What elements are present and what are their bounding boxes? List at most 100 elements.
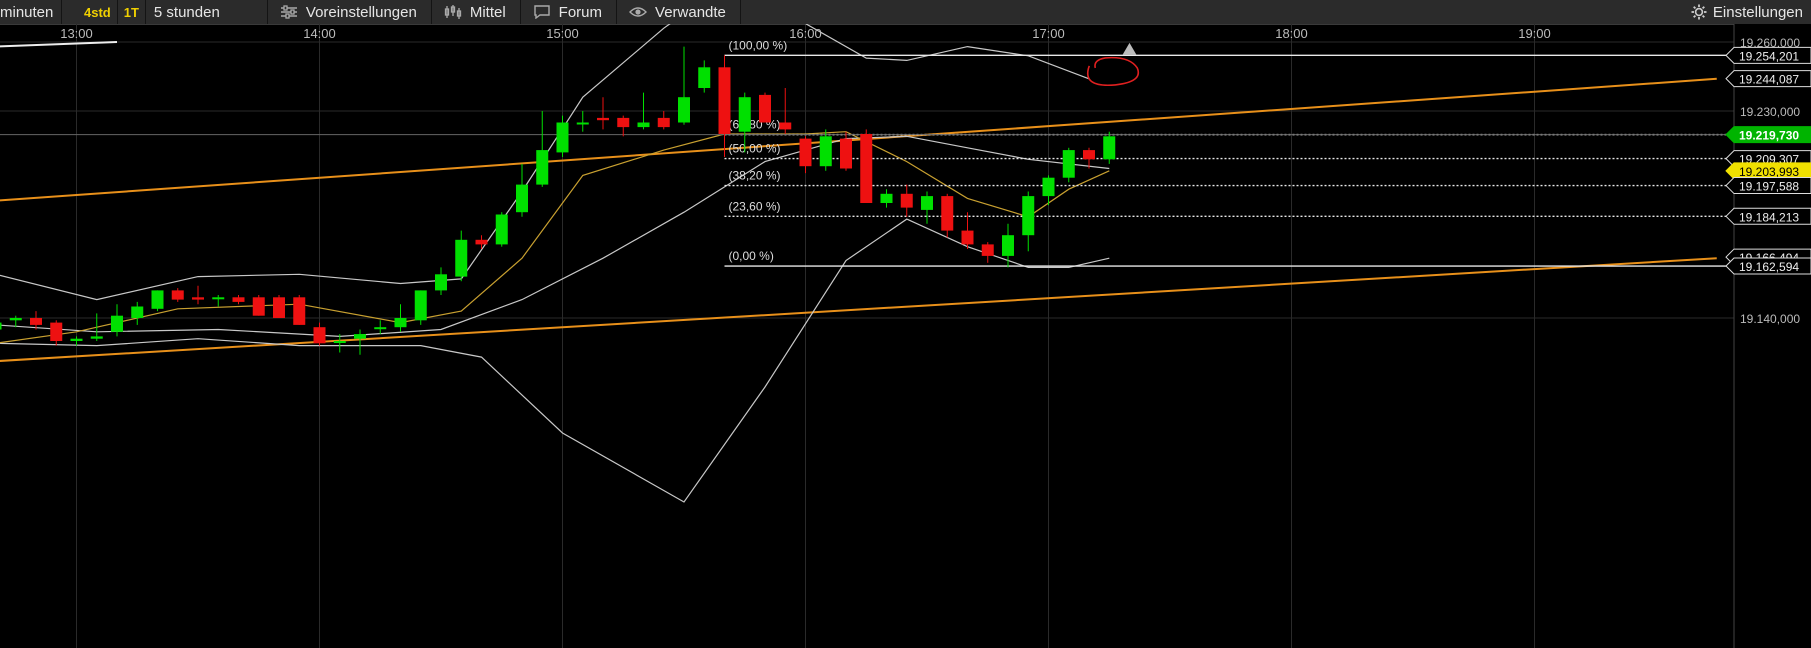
presets-button[interactable]: Voreinstellungen bbox=[268, 0, 432, 24]
candle bbox=[900, 184, 913, 217]
settings-button[interactable]: Einstellungen bbox=[1685, 0, 1811, 24]
candle bbox=[678, 46, 690, 125]
candle-body bbox=[455, 239, 468, 277]
related-label: Verwandte bbox=[655, 3, 726, 21]
candle-body bbox=[90, 336, 103, 339]
price-tag: 19.203,993 bbox=[1725, 162, 1811, 180]
price-tag: 19.197,588 bbox=[1725, 177, 1811, 195]
price-tag: 19.219,730 bbox=[1725, 126, 1811, 144]
candle bbox=[151, 290, 164, 312]
candle bbox=[576, 111, 589, 132]
candle bbox=[1022, 191, 1035, 252]
annotations bbox=[1087, 42, 1140, 87]
candle-body bbox=[678, 97, 690, 123]
related-button[interactable]: Verwandte bbox=[617, 0, 741, 24]
candle-body bbox=[536, 150, 549, 185]
candle bbox=[536, 111, 549, 187]
period-4std-button[interactable]: 4std bbox=[78, 0, 118, 24]
candle-body bbox=[313, 327, 326, 344]
candle-body bbox=[576, 122, 589, 125]
candle-body bbox=[657, 117, 670, 128]
hand-drawn-circle bbox=[1087, 56, 1140, 87]
candle bbox=[374, 320, 387, 335]
candle-body bbox=[880, 193, 893, 203]
candle bbox=[819, 129, 832, 171]
indicator-button[interactable]: Mittel bbox=[432, 0, 521, 24]
candle-body bbox=[232, 297, 245, 302]
candle-body bbox=[556, 122, 569, 153]
candle-body bbox=[738, 97, 751, 132]
candle-body bbox=[516, 184, 528, 213]
interval-dropdown-label: 5 stunden bbox=[153, 3, 220, 21]
candle-body bbox=[171, 290, 184, 300]
fibonacci-level-label: (38,20 %) bbox=[729, 169, 781, 183]
fibonacci-level-label: (23,60 %) bbox=[729, 199, 781, 213]
candle bbox=[394, 304, 407, 332]
interval-dropdown[interactable]: 5 stunden bbox=[146, 0, 268, 24]
candle-body bbox=[293, 297, 306, 325]
candle-body bbox=[1062, 150, 1075, 178]
candlestick-icon bbox=[444, 5, 462, 19]
candle bbox=[131, 301, 144, 325]
price-tick-label: 19.140,000 bbox=[1740, 312, 1800, 326]
candle-body bbox=[414, 290, 427, 321]
candle bbox=[232, 295, 245, 305]
candle-body bbox=[273, 297, 285, 318]
candle-body bbox=[597, 117, 609, 121]
candle bbox=[273, 295, 285, 318]
indicators bbox=[0, 24, 1110, 503]
fibonacci-level-label: (61,80 %) bbox=[729, 118, 781, 132]
moving-average-line bbox=[0, 131, 1110, 344]
price-tick-label: 19.230,000 bbox=[1740, 105, 1800, 119]
candle bbox=[252, 295, 265, 316]
time-tick-label: 17:00 bbox=[1032, 26, 1065, 41]
triangle-up-marker bbox=[1122, 42, 1137, 55]
candle-body bbox=[718, 67, 731, 134]
candle-body bbox=[354, 334, 366, 339]
candle-body bbox=[900, 193, 913, 208]
candle bbox=[941, 193, 954, 238]
period-1t-button[interactable]: 1T bbox=[118, 0, 146, 24]
candle-body bbox=[799, 138, 812, 167]
candle-body bbox=[435, 274, 447, 291]
candle-body bbox=[617, 117, 630, 128]
candle bbox=[698, 60, 711, 93]
price-tag-label: 19.184,213 bbox=[1739, 210, 1799, 224]
candle-body bbox=[698, 67, 711, 88]
indicator-label: Mittel bbox=[469, 3, 506, 21]
candle-body bbox=[779, 122, 792, 130]
fibonacci-level-label: (50,00 %) bbox=[729, 142, 781, 156]
chart-toolbar: minuten 4std 1T 5 stunden Voreinstellung… bbox=[0, 0, 1811, 25]
fibonacci-level-label: (100,00 %) bbox=[729, 38, 788, 52]
candle bbox=[50, 320, 63, 346]
fibonacci-level-label: (0,00 %) bbox=[729, 249, 774, 263]
price-tag: 19.254,201 bbox=[1725, 46, 1811, 64]
time-axis: 13:00 14:00 15:00 16:00 17:00 18:00 19:00 bbox=[60, 26, 1551, 41]
candle-body bbox=[495, 214, 508, 245]
candle bbox=[313, 322, 326, 346]
candle-body bbox=[860, 134, 873, 203]
sliders-icon bbox=[280, 5, 298, 19]
candle-body bbox=[637, 122, 650, 128]
forum-button[interactable]: Forum bbox=[521, 0, 618, 24]
candle-body bbox=[151, 290, 164, 309]
candle-body bbox=[394, 318, 407, 328]
candle bbox=[880, 189, 893, 208]
bollinger-lower-line bbox=[0, 218, 1110, 503]
price-chart[interactable]: (100,00 %) (61,80 %) (50,00 %) (38,20 %) (23… bbox=[0, 24, 1811, 648]
candle bbox=[860, 129, 873, 203]
candle-body bbox=[1002, 235, 1014, 256]
candles bbox=[0, 46, 1116, 355]
candle-body bbox=[961, 230, 974, 245]
candle bbox=[657, 111, 670, 130]
time-tick-label: 18:00 bbox=[1275, 26, 1308, 41]
interval-selector[interactable]: minuten bbox=[0, 0, 62, 24]
trendlines bbox=[0, 41, 1717, 362]
candle bbox=[171, 288, 184, 302]
candle-body bbox=[981, 244, 994, 256]
candle bbox=[293, 295, 306, 325]
candle bbox=[840, 131, 852, 171]
candle bbox=[759, 92, 771, 123]
candle bbox=[435, 267, 447, 295]
candle bbox=[961, 212, 974, 249]
